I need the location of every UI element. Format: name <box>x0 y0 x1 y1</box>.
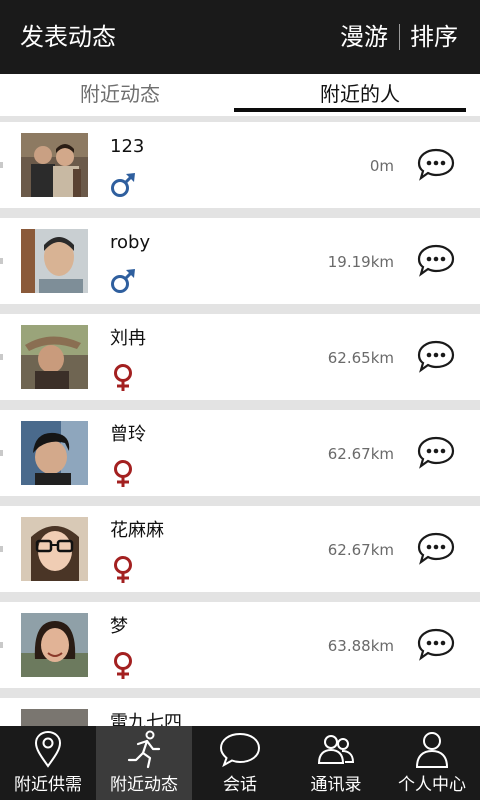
list-item[interactable]: 梦 63.88km <box>0 602 480 688</box>
header-divider <box>399 24 400 50</box>
nav-label: 通讯录 <box>310 775 362 795</box>
row-edge-mark <box>0 354 3 360</box>
contacts-icon <box>317 735 355 764</box>
avatar[interactable] <box>21 133 88 197</box>
people-list[interactable]: 123 0m roby 19.19km 刘冉 62.65km 曾玲 62.67k… <box>0 122 480 726</box>
top-bar: 发表动态 漫游 排序 <box>0 0 480 74</box>
chat-icon[interactable] <box>416 435 456 469</box>
row-edge-mark <box>0 162 3 168</box>
roam-button[interactable]: 漫游 <box>340 20 388 54</box>
bottom-nav: 附近供需 附近动态 会话 通讯录 个人中心 <box>0 726 480 800</box>
row-edge-mark <box>0 450 3 456</box>
person-name: 梦 <box>110 616 128 637</box>
male-icon <box>111 269 135 293</box>
row-edge-mark <box>0 546 3 552</box>
avatar[interactable] <box>21 613 88 677</box>
chat-icon[interactable] <box>416 243 456 277</box>
post-status-button[interactable]: 发表动态 <box>20 20 116 54</box>
speech-bubble-icon <box>219 732 261 768</box>
nav-label: 附近动态 <box>110 775 178 795</box>
person-icon <box>415 732 449 768</box>
chat-icon[interactable] <box>416 339 456 373</box>
distance-label: 63.88km <box>327 637 394 655</box>
nav-chat[interactable]: 会话 <box>192 726 288 800</box>
nav-contacts[interactable]: 通讯录 <box>288 726 384 800</box>
avatar[interactable] <box>21 421 88 485</box>
sort-button[interactable]: 排序 <box>410 20 458 54</box>
distance-label: 62.65km <box>327 349 394 367</box>
chat-icon[interactable] <box>416 627 456 661</box>
nav-profile[interactable]: 个人中心 <box>384 726 480 800</box>
list-item[interactable]: 曾玲 62.67km <box>0 410 480 496</box>
list-item[interactable]: 花麻麻 62.67km <box>0 506 480 592</box>
avatar[interactable] <box>21 709 88 726</box>
row-edge-mark <box>0 642 3 648</box>
male-icon <box>111 173 135 197</box>
list-item[interactable]: 刘冉 62.65km <box>0 314 480 400</box>
person-name: 123 <box>110 136 145 157</box>
list-item[interactable]: 123 0m <box>0 122 480 208</box>
running-person-icon <box>127 730 161 769</box>
person-name: 曾玲 <box>110 424 146 445</box>
person-name: 花麻麻 <box>110 520 164 541</box>
person-name: 雷九七四 <box>110 712 182 726</box>
female-icon <box>114 460 132 487</box>
chat-icon[interactable] <box>416 147 456 181</box>
female-icon <box>114 556 132 583</box>
female-icon <box>114 652 132 679</box>
nav-label: 个人中心 <box>398 775 466 795</box>
nav-nearby-supply[interactable]: 附近供需 <box>0 726 96 800</box>
distance-label: 0m <box>369 157 394 175</box>
list-item[interactable]: roby 19.19km <box>0 218 480 304</box>
person-name: roby <box>110 232 151 253</box>
active-tab-indicator <box>234 108 466 112</box>
chat-icon[interactable] <box>416 531 456 565</box>
nav-label: 附近供需 <box>14 775 82 795</box>
tab-nearby-feed[interactable]: 附近动态 <box>0 74 240 116</box>
nav-label: 会话 <box>223 775 257 795</box>
female-icon <box>114 364 132 391</box>
distance-label: 62.67km <box>327 445 394 463</box>
distance-label: 62.67km <box>327 541 394 559</box>
avatar[interactable] <box>21 229 88 293</box>
nav-nearby-feed[interactable]: 附近动态 <box>96 726 192 800</box>
list-item[interactable]: 雷九七四 <box>0 698 480 726</box>
person-name: 刘冉 <box>110 328 146 349</box>
distance-label: 19.19km <box>327 253 394 271</box>
avatar[interactable] <box>21 517 88 581</box>
row-edge-mark <box>0 258 3 264</box>
location-pin-icon <box>34 730 62 768</box>
avatar[interactable] <box>21 325 88 389</box>
